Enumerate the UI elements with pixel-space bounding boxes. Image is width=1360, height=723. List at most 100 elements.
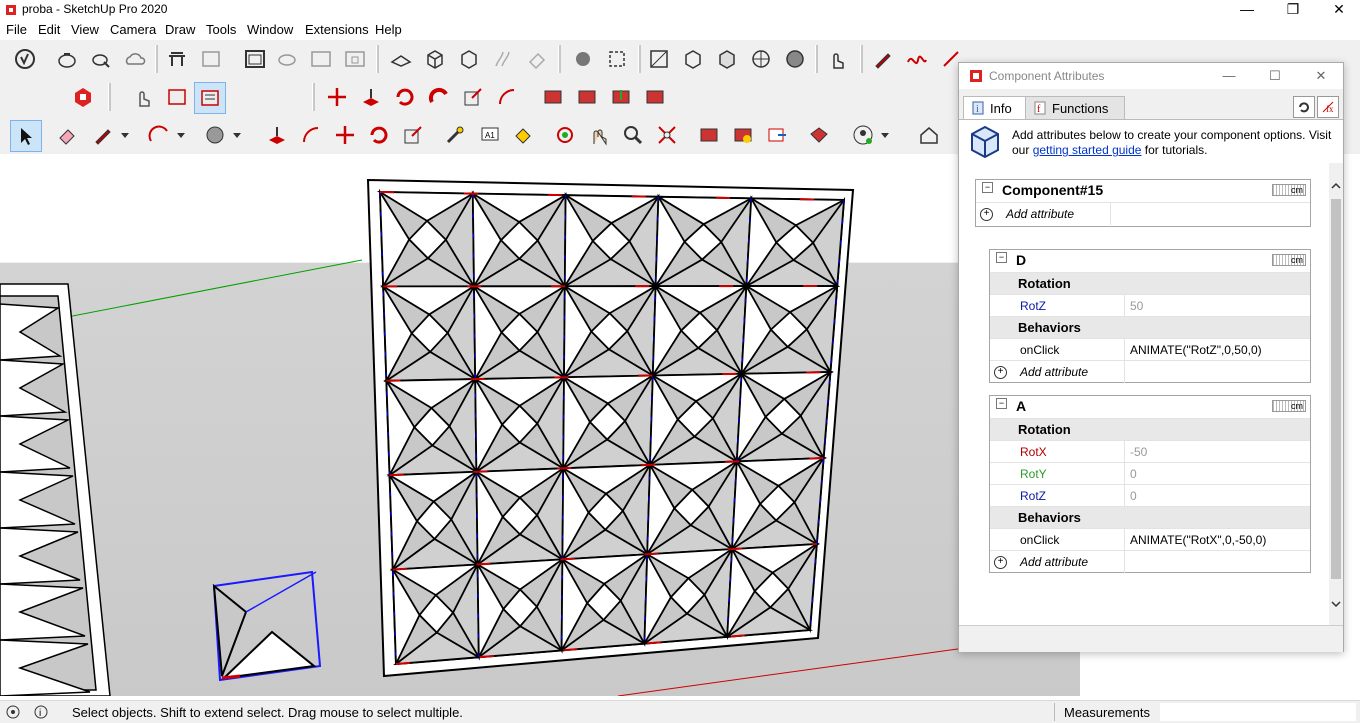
line-pencil-button[interactable] [88, 120, 118, 150]
box-open-button[interactable] [454, 44, 484, 74]
follow-me-button[interactable] [424, 82, 454, 112]
close-button[interactable]: ✕ [1316, 0, 1360, 20]
attribute-row[interactable]: RotY 0 [990, 462, 1310, 485]
dialog-title-bar[interactable]: Component Attributes — ☐ ✕ [959, 63, 1343, 89]
dc-tool-3-button[interactable] [606, 82, 636, 112]
attribute-row[interactable]: onClick ANIMATE("RotZ",0,50,0) [990, 338, 1310, 361]
left-panel-model[interactable] [0, 284, 110, 696]
attribute-value[interactable]: 0 [1130, 467, 1137, 481]
attribute-row[interactable]: RotZ 50 [990, 294, 1310, 317]
share-component-button[interactable] [762, 120, 792, 150]
share-model-button[interactable] [86, 44, 116, 74]
sandbox-button[interactable] [386, 44, 416, 74]
dc-manager-button[interactable] [68, 82, 98, 112]
modeling-viewport[interactable] [0, 154, 1080, 696]
attribute-row[interactable]: RotZ 0 [990, 484, 1310, 507]
dynamic-component-button[interactable] [162, 44, 192, 74]
zoom-button[interactable] [618, 120, 648, 150]
smoove-button[interactable] [488, 44, 518, 74]
menu-file[interactable]: File [6, 22, 27, 37]
tool-teapot-gray-button[interactable] [272, 44, 302, 74]
pan-button[interactable] [584, 120, 614, 150]
main-panel-model[interactable] [368, 180, 853, 676]
scroll-down-icon[interactable] [1329, 597, 1343, 611]
maximize-button[interactable]: ❐ [1270, 0, 1316, 20]
geolocation-icon[interactable] [6, 705, 20, 719]
menu-draw[interactable]: Draw [165, 22, 195, 37]
attribute-row[interactable]: RotX -50 [990, 440, 1310, 463]
dc-tool-1-button[interactable] [538, 82, 568, 112]
attribute-value[interactable]: 50 [1130, 299, 1143, 313]
shape-tool-button[interactable] [200, 120, 230, 150]
dialog-close-button[interactable]: ✕ [1301, 63, 1341, 89]
line-dropdown[interactable] [116, 120, 134, 150]
warehouse-red-button[interactable] [694, 120, 724, 150]
select-hand-button[interactable] [822, 44, 852, 74]
tool-lock-frame-button[interactable] [340, 44, 370, 74]
attributes-pane[interactable]: − Component#15 cm + Add attribute − D cm… [959, 163, 1343, 625]
arc-tool-button[interactable] [144, 120, 174, 150]
offset-button[interactable] [492, 82, 522, 112]
solid-tools-button[interactable] [568, 44, 598, 74]
interact-button[interactable] [128, 82, 158, 112]
toggle-formula-view-button[interactable]: fx [1317, 96, 1339, 118]
dc-tool-4-button[interactable] [640, 82, 670, 112]
text-tool-button[interactable]: A1 [474, 120, 504, 150]
attribute-value[interactable]: -50 [1130, 445, 1147, 459]
attribute-value[interactable]: 0 [1130, 489, 1137, 503]
measurements-input[interactable] [1160, 703, 1356, 721]
attribute-value[interactable]: ANIMATE("RotX",0,-50,0) [1130, 533, 1266, 547]
attribute-name[interactable]: RotY [1020, 467, 1047, 481]
subcomponent-header[interactable]: − A cm [990, 396, 1310, 418]
freehand-button[interactable] [902, 44, 932, 74]
units-button[interactable]: cm [1272, 184, 1306, 196]
attribute-name[interactable]: RotX [1020, 445, 1047, 459]
menu-tools[interactable]: Tools [206, 22, 236, 37]
component-options-button[interactable] [196, 44, 226, 74]
scale-button[interactable] [458, 82, 488, 112]
add-circle-icon[interactable]: + [980, 208, 993, 221]
menu-help[interactable]: Help [375, 22, 402, 37]
add-attribute-row[interactable]: + Add attribute [990, 360, 1310, 383]
component-options-red-button[interactable] [162, 82, 192, 112]
shaded-button[interactable] [780, 44, 810, 74]
add-circle-icon[interactable]: + [994, 366, 1007, 379]
select-tool-button[interactable] [10, 120, 42, 152]
box-button[interactable] [420, 44, 450, 74]
eraser-tool-button[interactable] [52, 120, 82, 150]
scroll-up-icon[interactable] [1329, 179, 1343, 193]
window-view-button[interactable] [240, 44, 270, 74]
attribute-row[interactable]: onClick ANIMATE("RotX",0,-50,0) [990, 528, 1310, 551]
scene-canvas[interactable] [0, 154, 1080, 696]
scroll-thumb[interactable] [1331, 199, 1341, 579]
getting-started-button[interactable] [10, 44, 40, 74]
add-circle-icon[interactable]: + [994, 556, 1007, 569]
add-attribute-row[interactable]: + Add attribute [990, 550, 1310, 573]
component-card-header[interactable]: − Component#15 cm [976, 180, 1310, 202]
refresh-button[interactable] [1293, 96, 1315, 118]
menu-edit[interactable]: Edit [38, 22, 60, 37]
attribute-name[interactable]: RotZ [1020, 489, 1046, 503]
section-plane-button[interactable] [644, 44, 674, 74]
tab-info[interactable]: i Info [963, 96, 1029, 119]
shape-dropdown[interactable] [228, 120, 246, 150]
dialog-maximize-button[interactable]: ☐ [1255, 63, 1295, 89]
push-pull-tool-button[interactable] [262, 120, 292, 150]
minimize-button[interactable]: — [1224, 0, 1270, 20]
dialog-minimize-button[interactable]: — [1209, 63, 1249, 89]
house-button[interactable] [914, 120, 944, 150]
arc-dropdown[interactable] [172, 120, 190, 150]
move-red-button[interactable] [322, 82, 352, 112]
menu-camera[interactable]: Camera [110, 22, 156, 37]
attribute-value[interactable]: ANIMATE("RotZ",0,50,0) [1130, 343, 1262, 357]
tape-measure-button[interactable] [440, 120, 470, 150]
attribute-name[interactable]: RotZ [1020, 299, 1046, 313]
tab-functions[interactable]: f Functions [1025, 96, 1125, 119]
account-button[interactable] [848, 120, 878, 150]
menu-window[interactable]: Window [247, 22, 293, 37]
menu-extensions[interactable]: Extensions [305, 22, 369, 37]
getting-started-link[interactable]: getting started guide [1033, 143, 1142, 157]
scale-tool-button[interactable] [398, 120, 428, 150]
paint-bucket-button[interactable] [508, 120, 538, 150]
collapse-toggle[interactable]: − [982, 182, 993, 193]
